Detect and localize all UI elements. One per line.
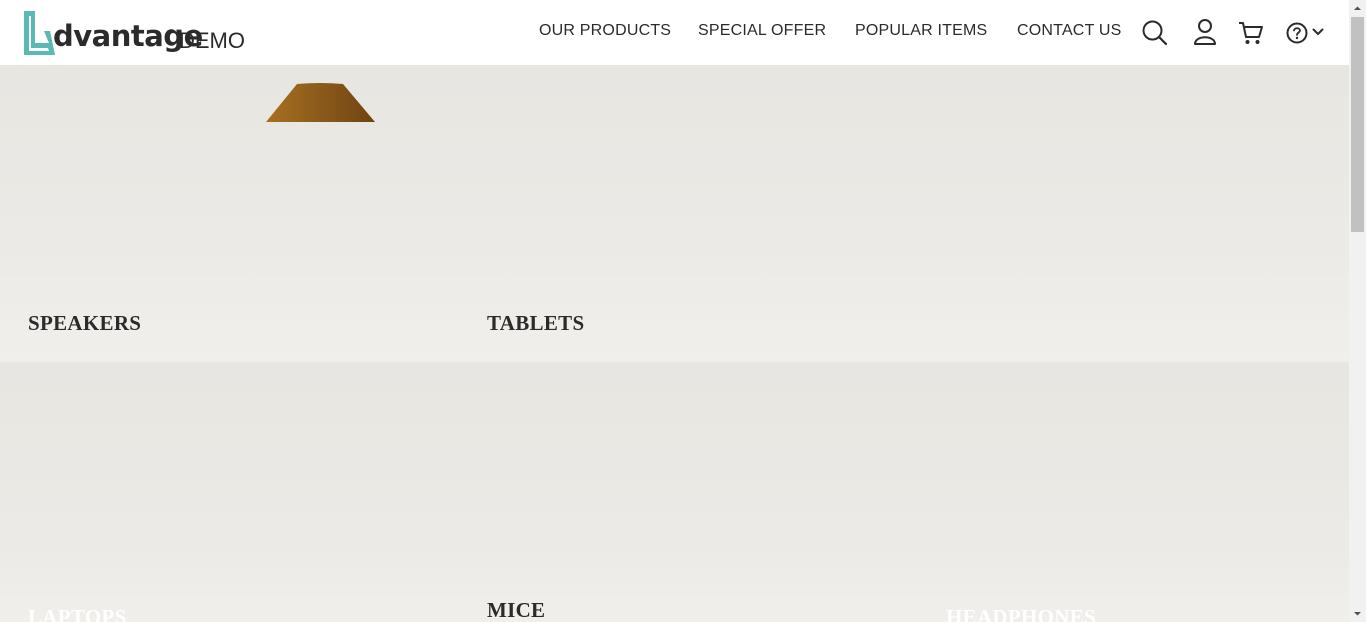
speaker-image[interactable] (265, 83, 376, 123)
scroll-down-icon[interactable] (1349, 605, 1366, 622)
nav-special-offer[interactable]: SPECIAL OFFER (698, 22, 826, 40)
cart-icon[interactable] (1238, 20, 1264, 46)
nav-popular-items[interactable]: POPULAR ITEMS (855, 22, 987, 40)
user-icon[interactable] (1193, 18, 1217, 46)
category-headphones[interactable]: HEADPHONES (946, 605, 1096, 622)
search-icon[interactable] (1141, 19, 1169, 47)
category-laptops[interactable]: LAPTOPS (28, 605, 127, 622)
nav-our-products[interactable]: OUR PRODUCTS (539, 22, 671, 40)
category-row-top (0, 65, 1349, 362)
scroll-up-icon[interactable] (1349, 0, 1366, 17)
site-header: dvantage DEMO OUR PRODUCTS SPECIAL OFFER… (0, 0, 1349, 65)
category-mice[interactable]: MICE (487, 598, 545, 622)
category-row-bottom (0, 362, 1349, 622)
category-tablets[interactable]: TABLETS (487, 311, 584, 336)
chevron-down-icon[interactable] (1312, 27, 1324, 37)
page-scrollbar[interactable] (1349, 0, 1366, 622)
logo-mark-icon (24, 11, 55, 55)
help-icon[interactable] (1285, 21, 1309, 45)
category-speakers[interactable]: SPEAKERS (28, 311, 141, 336)
nav-contact-us[interactable]: CONTACT US (1017, 22, 1122, 40)
logo-demo-text: DEMO (179, 28, 245, 53)
scrollbar-thumb[interactable] (1351, 17, 1364, 232)
